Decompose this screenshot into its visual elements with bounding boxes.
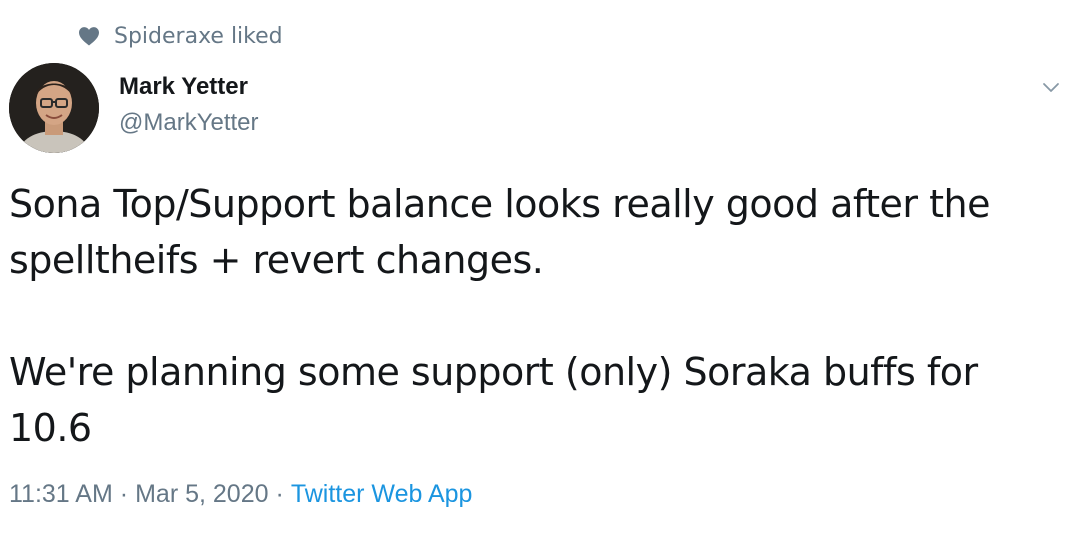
heart-icon [78, 26, 100, 46]
tweet-paragraph: We're planning some support (only) Sorak… [9, 350, 990, 450]
tweet-time[interactable]: 11:31 AM [9, 480, 113, 509]
author-name[interactable]: Mark Yetter [119, 70, 259, 104]
meta-separator: · [119, 480, 129, 508]
tweet-date[interactable]: Mar 5, 2020 [135, 480, 268, 509]
tweet-text: Sona Top/Support balance looks really go… [9, 176, 1069, 456]
author-handle[interactable]: @MarkYetter [119, 106, 259, 140]
tweet-source-link[interactable]: Twitter Web App [291, 480, 473, 509]
social-context-text[interactable]: Spideraxe liked [114, 24, 283, 49]
meta-separator: · [275, 480, 284, 508]
chevron-down-icon[interactable] [1040, 76, 1062, 98]
author-block: Mark Yetter @MarkYetter [119, 70, 259, 140]
tweet-meta: 11:31 AM · Mar 5, 2020 · Twitter Web App [9, 480, 472, 509]
avatar[interactable] [9, 63, 99, 153]
tweet-paragraph: Sona Top/Support balance looks really go… [9, 182, 1002, 282]
social-context: Spideraxe liked [78, 22, 283, 50]
